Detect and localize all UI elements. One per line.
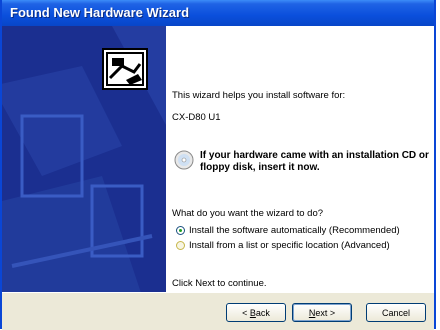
back-rest: ack [255, 308, 270, 318]
option-label: Install the software automatically (Reco… [189, 225, 400, 236]
wizard-side-graphic [2, 26, 166, 292]
intro-text: This wizard helps you install software f… [172, 90, 346, 101]
wizard-content: This wizard helps you install software f… [166, 26, 434, 292]
question-text: What do you want the wizard to do? [172, 208, 324, 219]
cancel-button[interactable]: Cancel [366, 303, 426, 322]
cd-prompt: If your hardware came with an installati… [200, 150, 429, 173]
option-install-from-list[interactable]: Install from a list or specific location… [176, 240, 390, 251]
hardware-wizard-icon [102, 48, 148, 90]
next-rest: ext > [315, 308, 336, 318]
back-prefix: < [242, 308, 250, 318]
option-label: Install from a list or specific location… [189, 240, 390, 251]
wizard-window: Found New Hardware Wizard This wizard he… [0, 0, 436, 330]
radio-advanced[interactable] [176, 240, 185, 250]
cd-icon [174, 150, 194, 170]
back-button[interactable]: < Back [226, 303, 286, 322]
title-bar[interactable]: Found New Hardware Wizard [2, 0, 434, 26]
button-bar: < Back Next > Cancel [2, 292, 434, 330]
window-title: Found New Hardware Wizard [10, 5, 190, 20]
device-name: CX-D80 U1 [172, 112, 221, 123]
radio-automatic[interactable] [176, 225, 185, 235]
option-install-automatically[interactable]: Install the software automatically (Reco… [176, 225, 400, 236]
next-button[interactable]: Next > [292, 303, 352, 322]
continue-text: Click Next to continue. [172, 278, 267, 289]
